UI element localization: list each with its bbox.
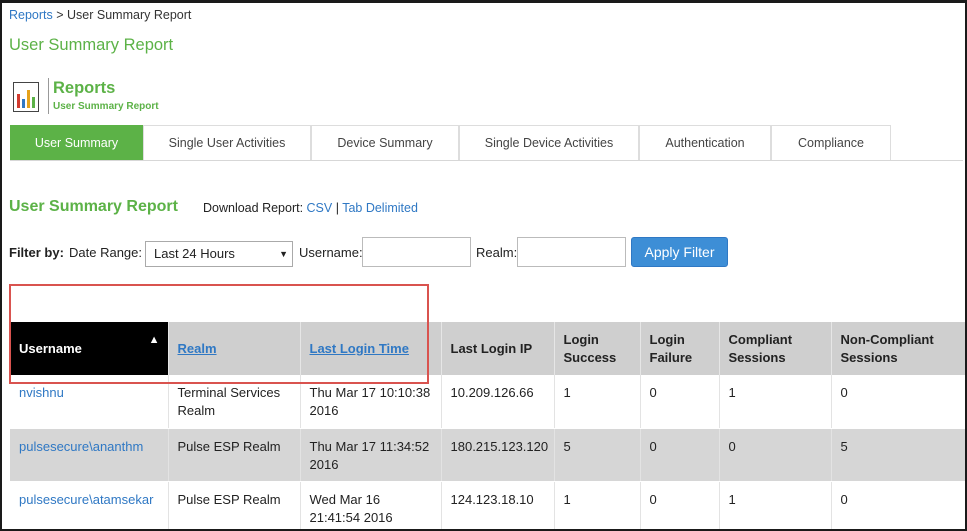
cell-login-success: 5 — [554, 428, 641, 482]
table-row: nvishnu Terminal Services Realm Thu Mar … — [10, 375, 965, 429]
username-input[interactable] — [362, 237, 471, 267]
column-header-last-login-ip: Last Login IP — [441, 322, 555, 375]
breadcrumb-reports-link[interactable]: Reports — [9, 8, 53, 22]
cell-login-failure: 0 — [640, 375, 720, 429]
chevron-down-icon: ▼ — [279, 249, 288, 259]
username-link[interactable]: pulsesecure\atamsekar — [19, 492, 153, 507]
table-header-row: Username ▲ Realm Last Login Time Last Log… — [10, 322, 965, 375]
cell-realm: Pulse ESP Realm — [168, 481, 301, 529]
tab-compliance[interactable]: Compliance — [771, 125, 891, 160]
breadcrumb-separator: > — [52, 8, 68, 22]
screenshot-frame: Reports > User Summary Report User Summa… — [0, 0, 967, 531]
cell-login-failure: 0 — [640, 481, 720, 529]
cell-non-compliant-sessions: 0 — [831, 375, 965, 429]
column-header-compliant-sessions: Compliant Sessions — [719, 322, 832, 375]
cell-last-login-ip: 180.215.123.120 — [441, 428, 555, 482]
username-label: Username: — [299, 245, 363, 260]
cell-last-login-ip: 124.123.18.10 — [441, 481, 555, 529]
column-header-login-failure: Login Failure — [640, 322, 720, 375]
tab-single-user-activities[interactable]: Single User Activities — [143, 125, 311, 160]
cell-compliant-sessions: 0 — [719, 428, 832, 482]
date-range-label: Date Range: — [69, 245, 142, 260]
cell-non-compliant-sessions: 0 — [831, 481, 965, 529]
filter-by-label: Filter by: — [9, 245, 64, 260]
cell-username: pulsesecure\ananthm — [10, 428, 169, 482]
report-tabs: User Summary Single User Activities Devi… — [10, 125, 963, 161]
tab-single-device-activities[interactable]: Single Device Activities — [459, 125, 639, 160]
date-range-select[interactable]: Last 24 Hours ▼ — [145, 241, 293, 267]
section-title: User Summary Report — [9, 198, 178, 215]
cell-non-compliant-sessions: 5 — [831, 428, 965, 482]
column-header-last-login-time[interactable]: Last Login Time — [300, 322, 442, 375]
tab-authentication[interactable]: Authentication — [639, 125, 771, 160]
column-header-username[interactable]: Username ▲ — [10, 322, 169, 375]
reports-divider — [48, 78, 49, 114]
cell-login-success: 1 — [554, 375, 641, 429]
column-username-label: Username — [19, 340, 82, 356]
cell-realm: Terminal Services Realm — [168, 375, 301, 429]
download-report: Download Report: CSV | Tab Delimited — [203, 201, 418, 215]
cell-last-login-time: Wed Mar 16 21:41:54 2016 — [300, 481, 442, 529]
realm-input[interactable] — [517, 237, 626, 267]
page-title: User Summary Report — [9, 36, 174, 54]
csv-link[interactable]: CSV — [307, 201, 333, 215]
tab-user-summary[interactable]: User Summary — [10, 125, 143, 160]
column-header-non-compliant-sessions: Non-Compliant Sessions — [831, 322, 965, 375]
cell-compliant-sessions: 1 — [719, 481, 832, 529]
cell-last-login-ip: 10.209.126.66 — [441, 375, 555, 429]
reports-subtitle: User Summary Report — [53, 101, 159, 112]
column-realm-link[interactable]: Realm — [178, 341, 217, 356]
table-row: pulsesecure\ananthm Pulse ESP Realm Thu … — [10, 428, 965, 482]
reports-title: Reports — [53, 79, 116, 97]
cell-last-login-time: Thu Mar 17 11:34:52 2016 — [300, 428, 442, 482]
column-header-realm[interactable]: Realm — [168, 322, 301, 375]
column-header-login-success: Login Success — [554, 322, 641, 375]
column-last-login-time-link[interactable]: Last Login Time — [310, 341, 409, 356]
username-link[interactable]: pulsesecure\ananthm — [19, 439, 143, 454]
download-label: Download Report: — [203, 201, 307, 215]
breadcrumb-current: User Summary Report — [67, 8, 192, 22]
cell-last-login-time: Thu Mar 17 10:10:38 2016 — [300, 375, 442, 429]
table-row: pulsesecure\atamsekar Pulse ESP Realm We… — [10, 481, 965, 529]
username-link[interactable]: nvishnu — [19, 385, 64, 400]
cell-login-failure: 0 — [640, 428, 720, 482]
report-chart-icon — [13, 82, 39, 112]
cell-username: nvishnu — [10, 375, 169, 429]
user-summary-table: Username ▲ Realm Last Login Time Last Log… — [10, 322, 965, 529]
cell-compliant-sessions: 1 — [719, 375, 832, 429]
apply-filter-button[interactable]: Apply Filter — [631, 237, 728, 267]
tab-device-summary[interactable]: Device Summary — [311, 125, 459, 160]
realm-label: Realm: — [476, 245, 518, 260]
download-divider: | — [332, 201, 343, 215]
sort-ascending-icon: ▲ — [148, 334, 160, 346]
breadcrumb: Reports > User Summary Report — [9, 8, 191, 22]
cell-login-success: 1 — [554, 481, 641, 529]
cell-realm: Pulse ESP Realm — [168, 428, 301, 482]
date-range-value: Last 24 Hours — [154, 246, 235, 261]
tab-delimited-link[interactable]: Tab Delimited — [342, 201, 418, 215]
cell-username: pulsesecure\atamsekar — [10, 481, 169, 529]
